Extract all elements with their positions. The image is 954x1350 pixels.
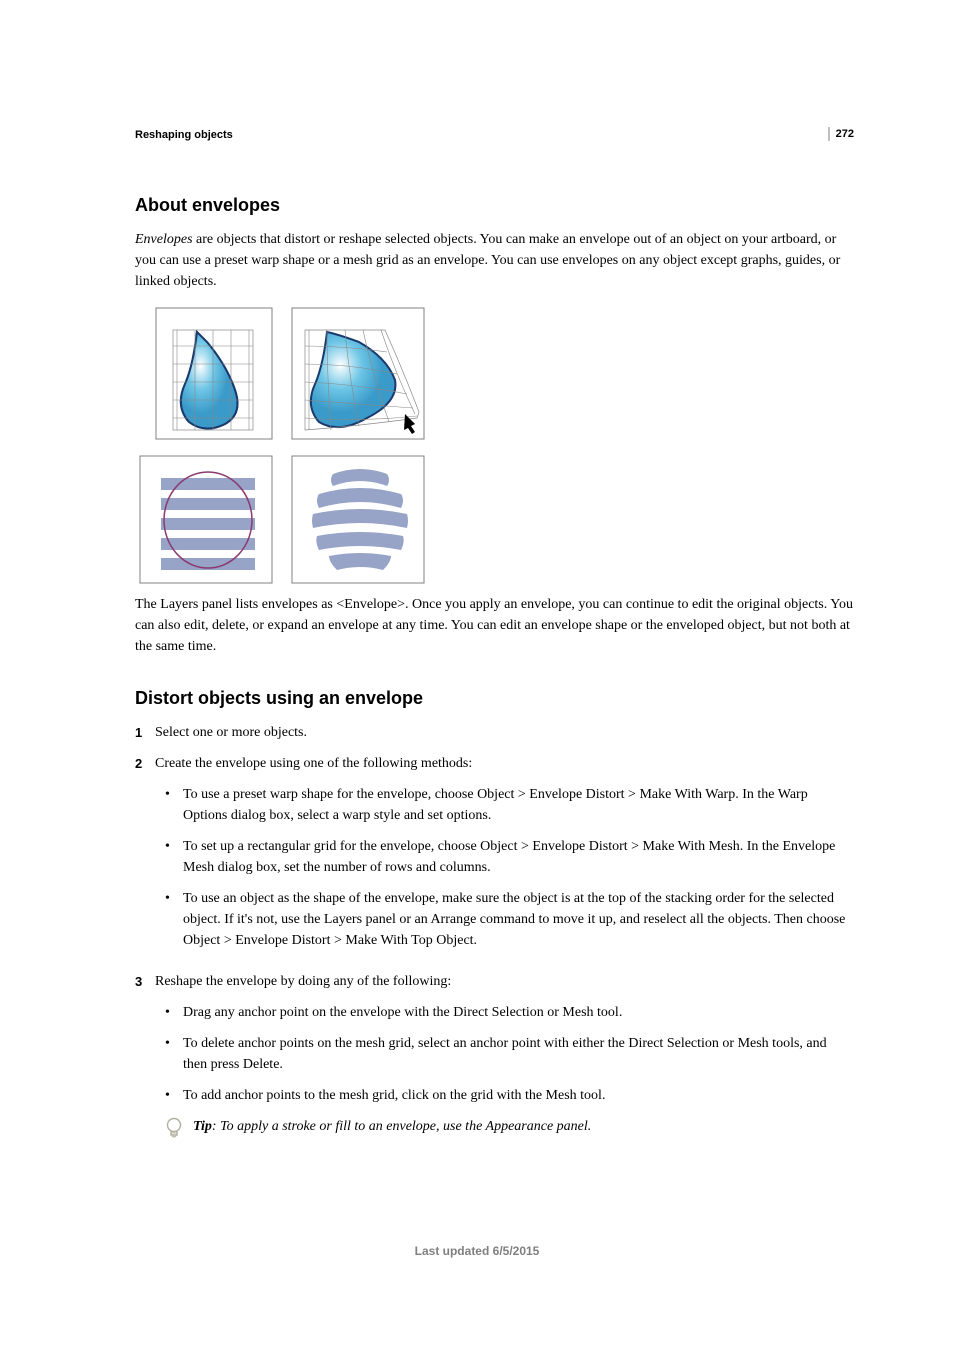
step-number: 2 (135, 753, 155, 961)
bullet-text: To set up a rectangular grid for the env… (183, 836, 854, 878)
steps-list: 1 Select one or more objects. 2 Create t… (135, 722, 854, 1146)
envelope-illustration (135, 306, 431, 586)
envelope-figure (135, 306, 854, 586)
step-2: 2 Create the envelope using one of the f… (135, 753, 854, 961)
bullet-icon: • (165, 1085, 183, 1106)
tip-row: Tip: To apply a stroke or fill to an env… (155, 1116, 854, 1146)
list-item: • To set up a rectangular grid for the e… (155, 836, 854, 878)
intro-text: are objects that distort or reshape sele… (135, 232, 840, 289)
heading-about-envelopes: About envelopes (135, 192, 854, 219)
step-3: 3 Reshape the envelope by doing any of t… (135, 971, 854, 1146)
step-1-text: Select one or more objects. (155, 722, 854, 743)
bullet-icon: • (165, 888, 183, 951)
step-3-bullets: • Drag any anchor point on the envelope … (155, 1002, 854, 1106)
heading-distort-objects: Distort objects using an envelope (135, 685, 854, 712)
tip-text: Tip: To apply a stroke or fill to an env… (193, 1116, 854, 1137)
step-1: 1 Select one or more objects. (135, 722, 854, 743)
step-2-text: Create the envelope using one of the fol… (155, 756, 472, 771)
bullet-icon: • (165, 1002, 183, 1023)
step-2-bullets: • To use a preset warp shape for the env… (155, 784, 854, 951)
step-2-content: Create the envelope using one of the fol… (155, 753, 854, 961)
page-number: 272 (828, 127, 854, 141)
step-number: 1 (135, 722, 155, 743)
step-number: 3 (135, 971, 155, 1146)
bullet-icon: • (165, 836, 183, 878)
step-3-content: Reshape the envelope by doing any of the… (155, 971, 854, 1146)
bullet-text: To use an object as the shape of the env… (183, 888, 854, 951)
step-3-text: Reshape the envelope by doing any of the… (155, 974, 451, 989)
list-item: • To use an object as the shape of the e… (155, 888, 854, 951)
chapter-header: Reshaping objects (135, 127, 854, 144)
bullet-icon: • (165, 784, 183, 826)
intro-paragraph: Envelopes are objects that distort or re… (135, 229, 854, 292)
lightbulb-icon (165, 1116, 193, 1146)
figure-caption: The Layers panel lists envelopes as <Env… (135, 594, 854, 657)
bullet-text: To delete anchor points on the mesh grid… (183, 1033, 854, 1075)
list-item: • Drag any anchor point on the envelope … (155, 1002, 854, 1023)
bullet-icon: • (165, 1033, 183, 1075)
tip-body: : To apply a stroke or fill to an envelo… (212, 1119, 591, 1134)
envelopes-term: Envelopes (135, 232, 193, 247)
page-content: Reshaping objects About envelopes Envelo… (0, 0, 954, 1146)
bullet-text: Drag any anchor point on the envelope wi… (183, 1002, 854, 1023)
tip-label: Tip (193, 1119, 212, 1134)
list-item: • To use a preset warp shape for the env… (155, 784, 854, 826)
list-item: • To add anchor points to the mesh grid,… (155, 1085, 854, 1106)
bullet-text: To add anchor points to the mesh grid, c… (183, 1085, 854, 1106)
list-item: • To delete anchor points on the mesh gr… (155, 1033, 854, 1075)
footer-last-updated: Last updated 6/5/2015 (0, 1242, 954, 1260)
bullet-text: To use a preset warp shape for the envel… (183, 784, 854, 826)
